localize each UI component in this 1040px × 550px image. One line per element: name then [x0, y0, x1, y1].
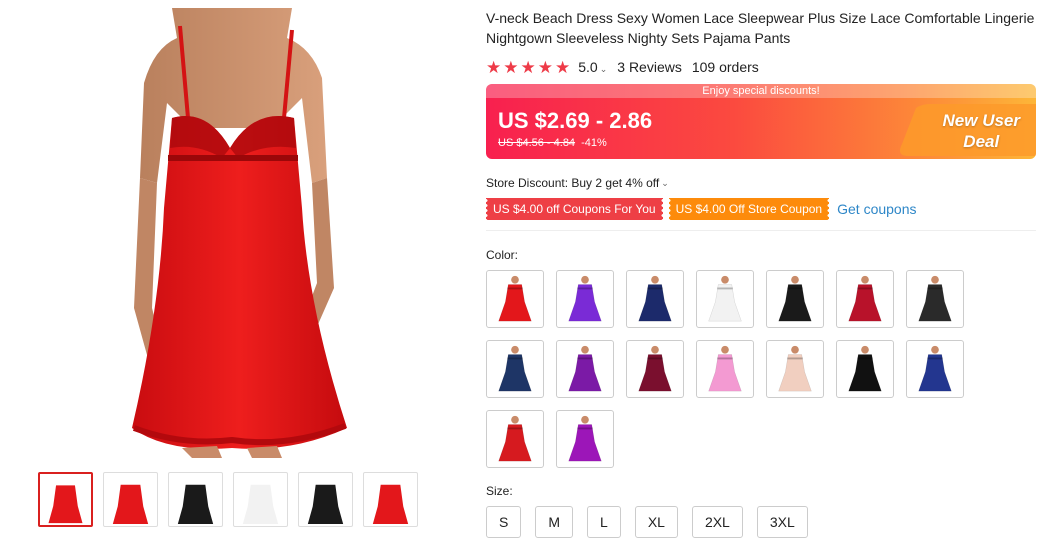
color-swatch-image	[699, 273, 751, 325]
thumbnail-3[interactable]	[168, 472, 223, 527]
store-coupon[interactable]: US $4.00 Off Store Coupon	[666, 198, 831, 220]
original-price-row: US $4.56 - 4.84 -41%	[498, 137, 607, 149]
color-option-3[interactable]	[626, 270, 684, 328]
reviews-link[interactable]: 3 Reviews	[617, 59, 682, 75]
size-option-2xl[interactable]: 2XL	[691, 506, 743, 538]
thumbnail-4[interactable]	[233, 472, 288, 527]
thumbnail-5[interactable]	[298, 472, 353, 527]
color-option-9[interactable]	[556, 340, 614, 398]
color-option-7[interactable]	[906, 270, 964, 328]
price-banner: Enjoy special discounts! US $2.69 - 2.86…	[486, 84, 1036, 159]
color-swatch-image	[629, 343, 681, 395]
star-icon: ★	[537, 57, 553, 77]
thumbnail-dress-6	[372, 484, 409, 525]
thumbnail-6[interactable]	[363, 472, 418, 527]
color-swatch-image	[769, 343, 821, 395]
color-option-5[interactable]	[766, 270, 824, 328]
color-swatch-image	[559, 343, 611, 395]
original-price: US $4.56 - 4.84	[498, 137, 576, 149]
orders-count: 109 orders	[691, 59, 759, 75]
thumbnail-dress-3	[177, 484, 214, 525]
thumbnail-dress-4	[242, 484, 279, 525]
color-swatch-image	[839, 273, 891, 325]
coupon-for-you[interactable]: US $4.00 off Coupons For You	[484, 198, 665, 220]
new-user-deal-text: New User Deal	[943, 110, 1020, 152]
thumbnail-dress-5	[307, 484, 344, 525]
color-swatch-image	[489, 413, 541, 465]
size-label: Size:	[486, 484, 513, 498]
model-photo	[112, 8, 352, 458]
coupon-row: US $4.00 off Coupons For You US $4.00 Of…	[484, 198, 1036, 220]
size-option-3xl[interactable]: 3XL	[756, 506, 808, 538]
current-price: US $2.69 - 2.86	[498, 108, 653, 133]
main-product-image[interactable]	[112, 8, 352, 458]
rating-stars[interactable]: ★ ★ ★ ★ ★	[486, 59, 570, 76]
size-option-s[interactable]: S	[486, 506, 522, 538]
discount-banner-text: Enjoy special discounts!	[486, 84, 1036, 98]
color-swatch-image	[909, 343, 961, 395]
get-coupons-link[interactable]: Get coupons	[837, 201, 916, 217]
color-swatch-image	[629, 273, 681, 325]
color-option-12[interactable]	[766, 340, 824, 398]
rating-row: ★ ★ ★ ★ ★ 5.0 ⌄ 3 Reviews 109 orders	[486, 54, 1036, 80]
size-option-xl[interactable]: XL	[634, 506, 678, 538]
divider	[486, 230, 1036, 231]
color-label: Color:	[486, 248, 519, 262]
size-options: S M L XL 2XL 3XL	[486, 506, 1036, 538]
chevron-down-icon: ⌄	[599, 64, 608, 74]
color-option-11[interactable]	[696, 340, 754, 398]
thumbnail-2[interactable]	[103, 472, 158, 527]
color-option-4[interactable]	[696, 270, 754, 328]
color-option-2[interactable]	[556, 270, 614, 328]
star-icon: ★	[555, 57, 571, 77]
rating-value: 5.0	[578, 59, 598, 75]
star-icon: ★	[520, 57, 536, 77]
new-user-deal-badge[interactable]: New User Deal	[896, 104, 1036, 156]
thumbnail-strip	[38, 472, 418, 527]
store-discount-text: Store Discount: Buy 2 get 4% off	[486, 176, 660, 190]
new-user-line-1: New User	[942, 111, 1020, 130]
size-option-l[interactable]: L	[587, 506, 621, 538]
color-option-16[interactable]	[556, 410, 614, 468]
color-option-13[interactable]	[836, 340, 894, 398]
discount-percent: -41%	[581, 137, 607, 149]
color-swatch-image	[559, 273, 611, 325]
color-swatch-image	[839, 343, 891, 395]
color-swatch-image	[699, 343, 751, 395]
color-options	[486, 270, 1036, 468]
thumbnail-dress-2	[112, 484, 149, 525]
new-user-line-2: Deal	[963, 132, 1000, 151]
color-option-6[interactable]	[836, 270, 894, 328]
color-swatch-image	[559, 413, 611, 465]
color-option-15[interactable]	[486, 410, 544, 468]
color-swatch-image	[489, 273, 541, 325]
color-swatch-image	[769, 273, 821, 325]
product-title: V-neck Beach Dress Sexy Women Lace Sleep…	[486, 10, 1035, 46]
star-icon: ★	[503, 57, 519, 77]
chevron-down-icon: ⌄	[661, 177, 669, 188]
thumbnail-dress-1	[48, 485, 83, 524]
color-swatch-image	[489, 343, 541, 395]
color-option-8[interactable]	[486, 340, 544, 398]
color-option-10[interactable]	[626, 340, 684, 398]
color-option-14[interactable]	[906, 340, 964, 398]
thumbnail-1[interactable]	[38, 472, 93, 527]
color-swatch-image	[909, 273, 961, 325]
product-info-panel: V-neck Beach Dress Sexy Women Lace Sleep…	[484, 0, 1036, 538]
size-option-m[interactable]: M	[535, 506, 574, 538]
color-option-1[interactable]	[486, 270, 544, 328]
store-discount[interactable]: Store Discount: Buy 2 get 4% off ⌄	[486, 176, 1036, 190]
rating-score[interactable]: 5.0 ⌄	[578, 59, 607, 75]
star-icon: ★	[486, 57, 502, 77]
